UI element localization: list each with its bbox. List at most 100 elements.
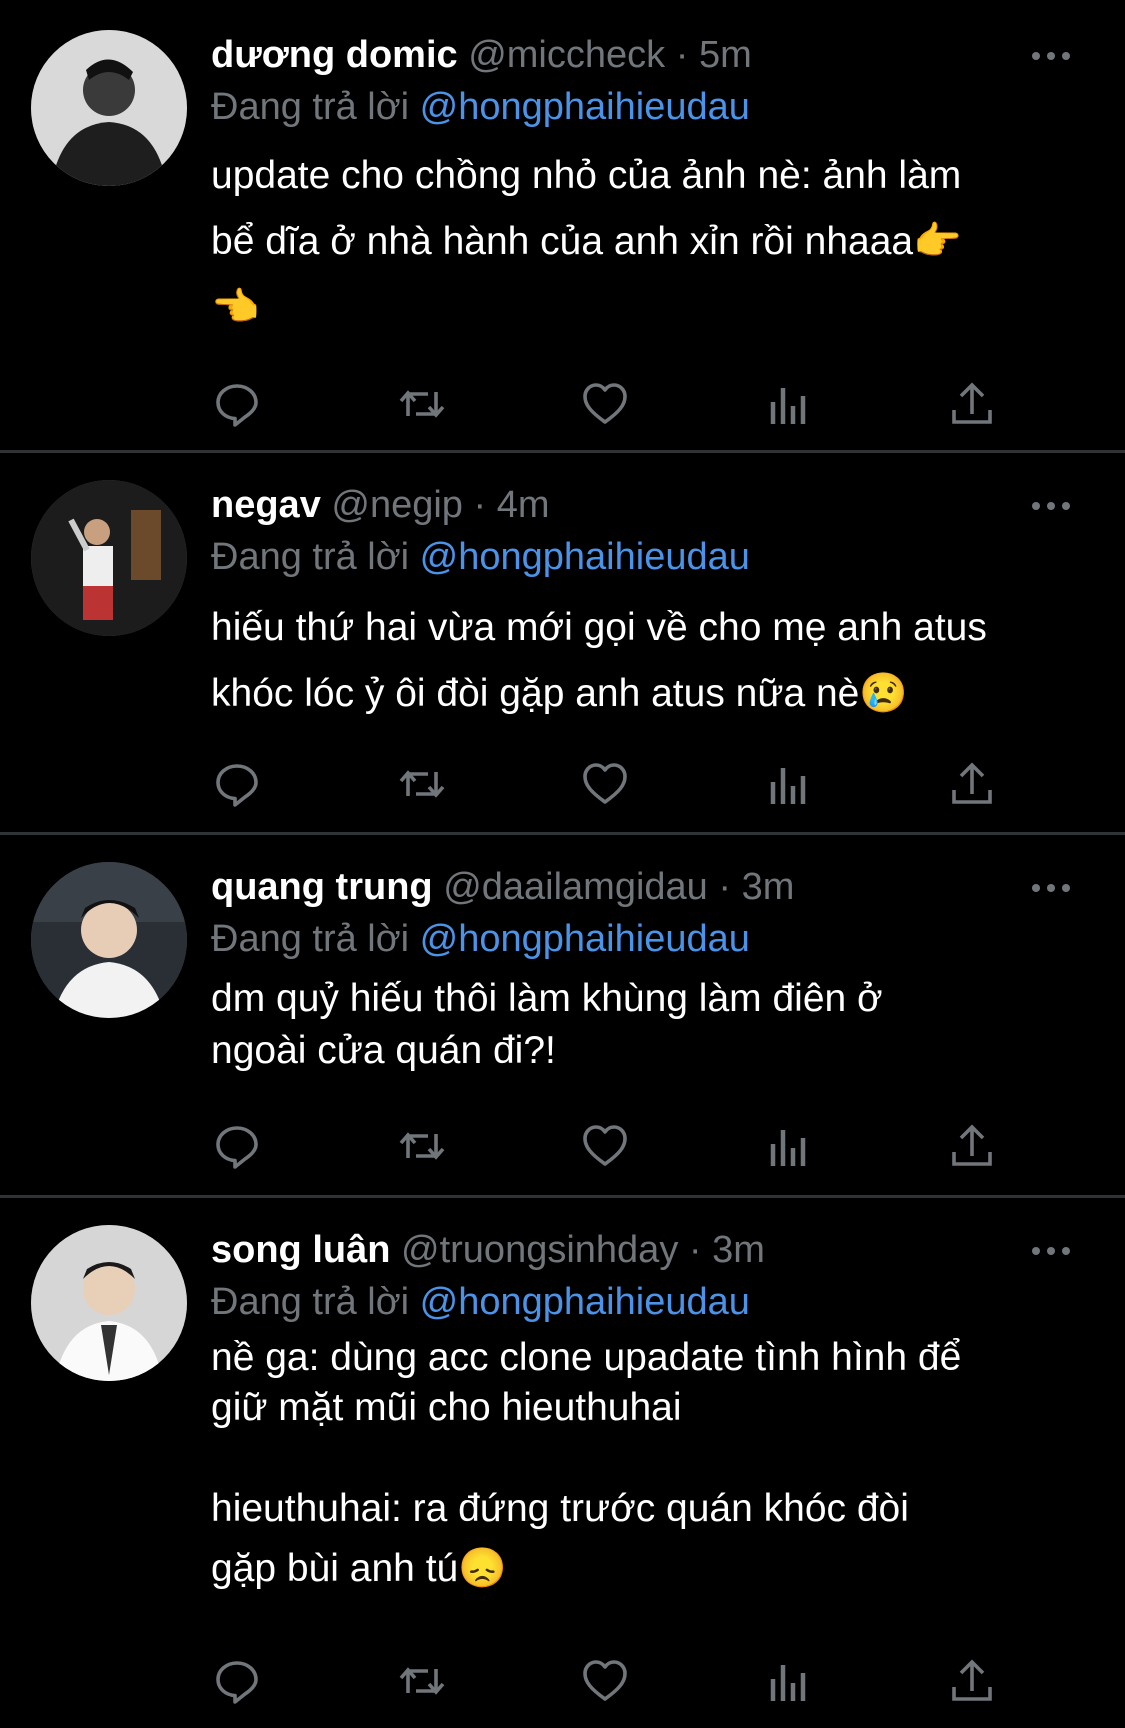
reply-icon	[216, 1126, 258, 1169]
mention-link[interactable]: @hongphaihieudau	[420, 918, 750, 960]
replying-to: Đang trả lời @hongphaihieudau	[211, 532, 750, 582]
text-line: giữ mặt mũi cho hieuthuhai	[211, 1386, 682, 1429]
text-line	[211, 1433, 1091, 1483]
avatar[interactable]	[31, 480, 187, 636]
retweet-button[interactable]	[396, 378, 448, 430]
retweet-button[interactable]	[396, 1120, 448, 1172]
like-button[interactable]	[579, 758, 631, 810]
like-icon	[583, 383, 627, 424]
text-line: 👈	[211, 286, 260, 329]
reply-button[interactable]	[211, 758, 263, 810]
views-icon	[770, 1130, 806, 1166]
share-button[interactable]	[946, 378, 998, 430]
share-button[interactable]	[946, 1655, 998, 1707]
timestamp[interactable]: 3m	[742, 866, 795, 908]
more-icon[interactable]	[1029, 496, 1073, 516]
display-name[interactable]: quang trung	[211, 866, 433, 908]
like-button[interactable]	[579, 1655, 631, 1707]
tweet[interactable]: dương domic @miccheck · 5m Đang trả lời …	[0, 0, 1125, 452]
display-name[interactable]: negav	[211, 484, 321, 526]
action-bar	[211, 1120, 1011, 1172]
like-button[interactable]	[579, 1120, 631, 1172]
action-bar	[211, 1655, 1011, 1707]
tweet-text: nề ga: dùng acc clone upadate tình hình …	[211, 1333, 1091, 1603]
like-icon	[583, 1660, 627, 1701]
views-button[interactable]	[763, 1120, 815, 1172]
replying-to: Đang trả lời @hongphaihieudau	[211, 1277, 750, 1327]
views-icon	[770, 1665, 806, 1701]
tweet-text: dm quỷ hiếu thôi làm khùng làm điên ở ng…	[211, 973, 1091, 1077]
tweet-header: negav @negip · 4m	[211, 480, 550, 530]
separator-dot: ·	[473, 484, 487, 526]
like-button[interactable]	[579, 378, 631, 430]
text-line: update cho chồng nhỏ của ảnh nè: ảnh làm	[211, 154, 962, 197]
more-icon[interactable]	[1029, 1241, 1073, 1261]
mention-link[interactable]: @hongphaihieudau	[420, 86, 750, 128]
separator-dot: ·	[675, 34, 689, 76]
like-icon	[583, 1125, 627, 1166]
avatar[interactable]	[31, 1225, 187, 1381]
more-icon[interactable]	[1029, 46, 1073, 66]
views-icon	[770, 768, 806, 804]
views-button[interactable]	[763, 1655, 815, 1707]
text-line: gặp bùi anh tú😞	[211, 1547, 507, 1590]
mention-link[interactable]: @hongphaihieudau	[420, 536, 750, 578]
tweet-header: quang trung @daailamgidau · 3m	[211, 862, 794, 912]
text-line: ngoài cửa quán đi?!	[211, 1029, 556, 1072]
separator-dot: ·	[688, 1229, 702, 1271]
tweet-header: song luân @truongsinhday · 3m	[211, 1225, 765, 1275]
action-bar	[211, 378, 1011, 430]
share-button[interactable]	[946, 1120, 998, 1172]
username[interactable]: @truongsinhday	[401, 1229, 678, 1271]
views-icon	[770, 388, 806, 424]
replying-label: Đang trả lời	[211, 1281, 410, 1323]
timestamp[interactable]: 5m	[699, 34, 752, 76]
reply-button[interactable]	[211, 1655, 263, 1707]
replying-label: Đang trả lời	[211, 918, 410, 960]
share-button[interactable]	[946, 758, 998, 810]
text-line: khóc lóc ỷ ôi đòi gặp anh atus nữa nè😢	[211, 672, 908, 715]
tweet[interactable]: song luân @truongsinhday · 3m Đang trả l…	[0, 1195, 1125, 1728]
reply-icon	[216, 1661, 258, 1704]
text-line: hiếu thứ hai vừa mới gọi về cho mẹ anh a…	[211, 606, 987, 649]
text-line: bể dĩa ở nhà hành của anh xỉn rồi nhaaa👉	[211, 220, 962, 263]
retweet-icon	[399, 1132, 445, 1160]
retweet-button[interactable]	[396, 758, 448, 810]
share-icon	[952, 1659, 992, 1701]
separator-dot: ·	[718, 866, 732, 908]
share-icon	[952, 1124, 992, 1166]
retweet-icon	[399, 770, 445, 798]
share-icon	[952, 382, 992, 424]
replying-to: Đang trả lời @hongphaihieudau	[211, 82, 750, 132]
tweet[interactable]: quang trung @daailamgidau · 3m Đang trả …	[0, 832, 1125, 1196]
tweet-header: dương domic @miccheck · 5m	[211, 30, 752, 80]
reply-button[interactable]	[211, 1120, 263, 1172]
text-line: hieuthuhai: ra đứng trước quán khóc đòi	[211, 1487, 909, 1530]
text-line: dm quỷ hiếu thôi làm khùng làm điên ở	[211, 977, 883, 1020]
tweet[interactable]: negav @negip · 4m Đang trả lời @hongphai…	[0, 450, 1125, 833]
tweet-text: update cho chồng nhỏ của ảnh nè: ảnh làm…	[211, 143, 1091, 341]
reply-icon	[216, 384, 258, 427]
username[interactable]: @daailamgidau	[443, 866, 708, 908]
views-button[interactable]	[763, 378, 815, 430]
action-bar	[211, 758, 1011, 810]
avatar[interactable]	[31, 862, 187, 1018]
username[interactable]: @negip	[331, 484, 463, 526]
reply-button[interactable]	[211, 378, 263, 430]
timestamp[interactable]: 3m	[712, 1229, 765, 1271]
like-icon	[583, 763, 627, 804]
username[interactable]: @miccheck	[468, 34, 665, 76]
retweet-icon	[399, 390, 445, 418]
timestamp[interactable]: 4m	[497, 484, 550, 526]
display-name[interactable]: dương domic	[211, 34, 458, 76]
avatar[interactable]	[31, 30, 187, 186]
views-button[interactable]	[763, 758, 815, 810]
text-line: nề ga: dùng acc clone upadate tình hình …	[211, 1336, 962, 1379]
more-icon[interactable]	[1029, 878, 1073, 898]
retweet-button[interactable]	[396, 1655, 448, 1707]
display-name[interactable]: song luân	[211, 1229, 390, 1271]
share-icon	[952, 762, 992, 804]
replying-label: Đang trả lời	[211, 86, 410, 128]
mention-link[interactable]: @hongphaihieudau	[420, 1281, 750, 1323]
tweet-text: hiếu thứ hai vừa mới gọi về cho mẹ anh a…	[211, 595, 1091, 727]
